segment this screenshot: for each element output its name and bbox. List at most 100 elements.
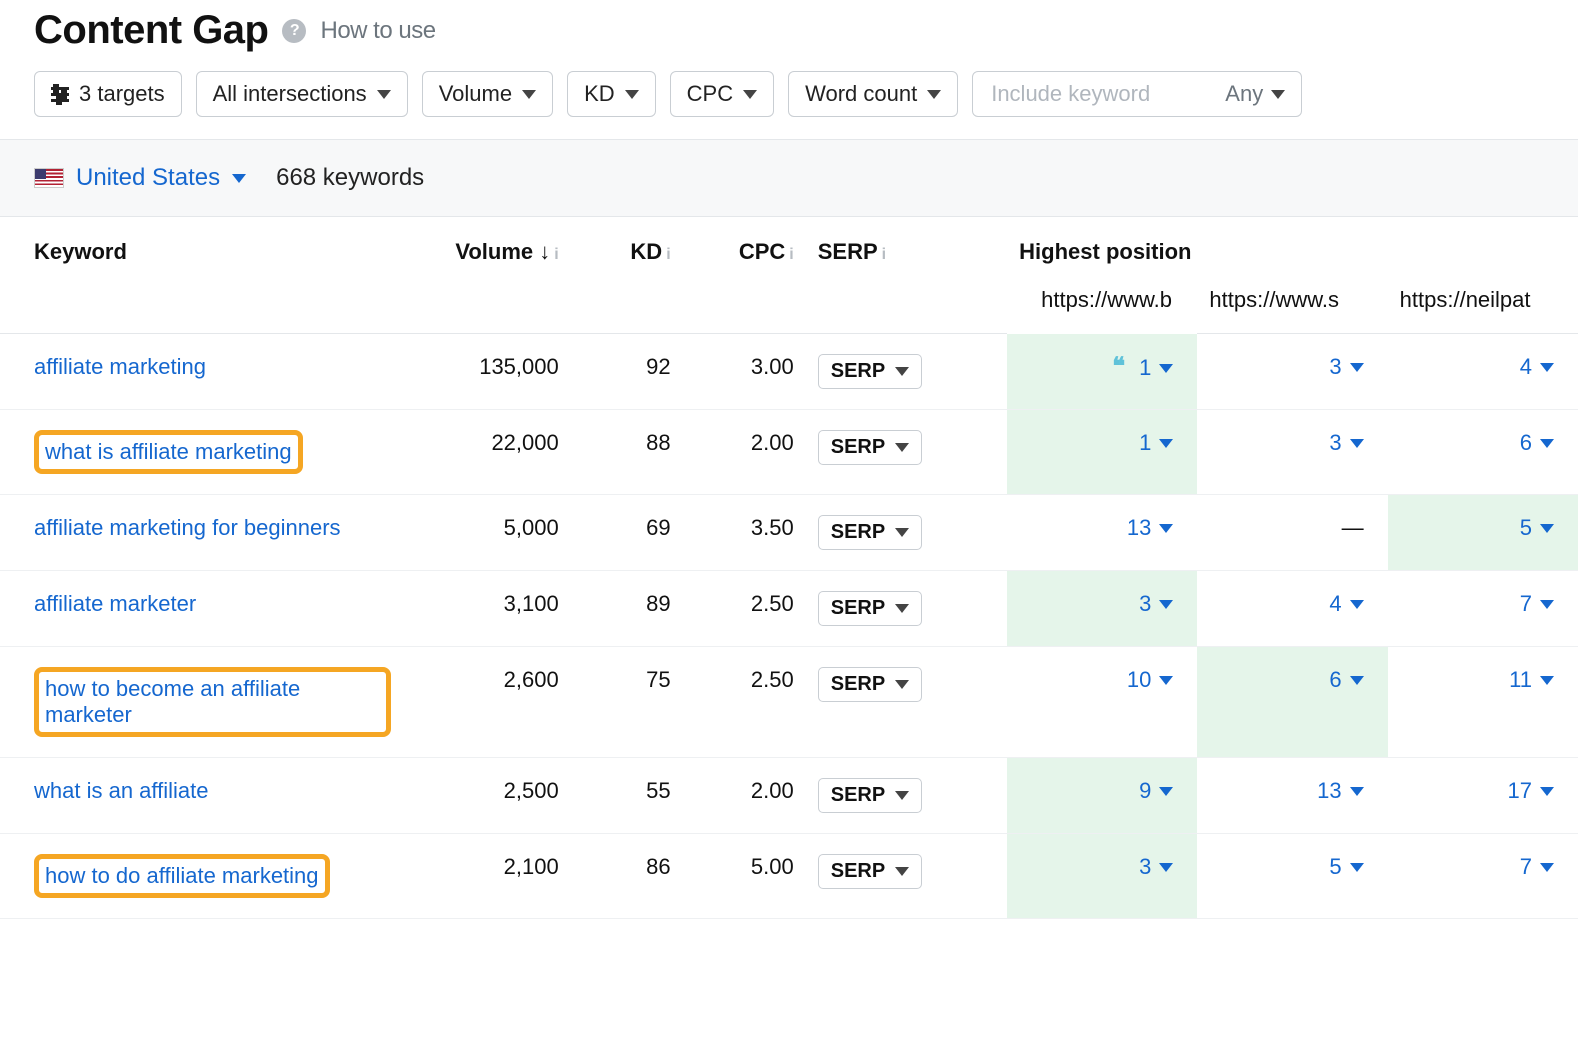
keyword-link[interactable]: what is an affiliate <box>34 778 208 803</box>
col-cpc[interactable]: CPCi <box>683 217 806 334</box>
position-cell: 3 <box>1197 410 1387 495</box>
cpc-cell: 3.50 <box>683 495 806 571</box>
position-cell: 3 <box>1007 571 1197 647</box>
serp-cell: SERP <box>806 647 963 758</box>
col-site-2[interactable]: https://www.s <box>1197 283 1387 334</box>
serp-button[interactable]: SERP <box>818 515 922 550</box>
col-site-3[interactable]: https://neilpat <box>1388 283 1578 334</box>
chevron-down-icon <box>1159 439 1173 448</box>
position-value[interactable]: 6 <box>1520 430 1554 456</box>
chevron-down-icon <box>1350 439 1364 448</box>
info-icon[interactable]: i <box>789 246 793 263</box>
include-match-select[interactable]: Any <box>1225 81 1285 107</box>
help-icon[interactable]: ? <box>282 19 306 43</box>
chevron-down-icon <box>1540 600 1554 609</box>
col-serp[interactable]: SERPi <box>806 217 963 334</box>
how-to-use-link[interactable]: How to use <box>320 17 435 45</box>
serp-cell: SERP <box>806 410 963 495</box>
col-kd[interactable]: KDi <box>571 217 683 334</box>
position-value[interactable]: 1 <box>1139 430 1173 456</box>
serp-button-label: SERP <box>831 673 885 696</box>
position-value[interactable]: 9 <box>1139 778 1173 804</box>
serp-button-label: SERP <box>831 360 885 383</box>
info-icon[interactable]: i <box>666 246 670 263</box>
chevron-down-icon <box>1271 90 1285 99</box>
cpc-cell: 2.00 <box>683 758 806 834</box>
position-value[interactable]: 13 <box>1127 515 1173 541</box>
serp-button[interactable]: SERP <box>818 854 922 889</box>
intersections-filter[interactable]: All intersections <box>196 71 408 117</box>
serp-button[interactable]: SERP <box>818 354 922 389</box>
position-value[interactable]: 17 <box>1508 778 1554 804</box>
serp-button-label: SERP <box>831 521 885 544</box>
position-value[interactable]: 7 <box>1520 854 1554 880</box>
position-value[interactable]: 5 <box>1329 854 1363 880</box>
position-number: 4 <box>1520 354 1532 380</box>
targets-filter[interactable]: 3 targets <box>34 71 182 117</box>
kd-cell: 55 <box>571 758 683 834</box>
cpc-filter[interactable]: CPC <box>670 71 774 117</box>
position-cell: 10 <box>1007 647 1197 758</box>
position-cell: ❝1 <box>1007 334 1197 410</box>
serp-button[interactable]: SERP <box>818 667 922 702</box>
col-volume[interactable]: Volume ↓i <box>403 217 571 334</box>
intersections-label: All intersections <box>213 81 367 107</box>
info-icon[interactable]: i <box>554 246 558 263</box>
sliders-icon <box>51 87 69 102</box>
cpc-cell: 2.00 <box>683 410 806 495</box>
volume-cell: 3,100 <box>403 571 571 647</box>
spacer <box>962 834 1007 919</box>
serp-button[interactable]: SERP <box>818 778 922 813</box>
position-value[interactable]: 4 <box>1329 591 1363 617</box>
position-value[interactable]: 11 <box>1509 667 1554 693</box>
col-site-1[interactable]: https://www.b <box>1007 283 1197 334</box>
position-value[interactable]: 13 <box>1317 778 1363 804</box>
sort-desc-icon: ↓ <box>539 239 550 264</box>
keyword-cell: how to become an affiliate marketer <box>0 647 403 758</box>
highlight-box: how to become an affiliate marketer <box>34 667 391 737</box>
info-icon[interactable]: i <box>882 246 886 263</box>
position-value[interactable]: 4 <box>1520 354 1554 380</box>
position-value[interactable]: 5 <box>1520 515 1554 541</box>
keyword-link[interactable]: affiliate marketing <box>34 354 206 379</box>
position-value[interactable]: 3 <box>1139 854 1173 880</box>
serp-cell: SERP <box>806 571 963 647</box>
position-value[interactable]: 6 <box>1329 667 1363 693</box>
keyword-link[interactable]: affiliate marketing for beginners <box>34 515 341 540</box>
position-value[interactable]: 7 <box>1520 591 1554 617</box>
kd-cell: 89 <box>571 571 683 647</box>
keyword-link[interactable]: how to do affiliate marketing <box>45 863 319 888</box>
serp-button[interactable]: SERP <box>818 591 922 626</box>
table-row: how to do affiliate marketing2,100865.00… <box>0 834 1578 919</box>
position-value[interactable]: 3 <box>1329 430 1363 456</box>
include-keyword-input[interactable] <box>989 80 1189 108</box>
position-value[interactable]: 10 <box>1127 667 1173 693</box>
filter-toolbar: 3 targets All intersections Volume KD CP… <box>34 71 1544 117</box>
col-keyword[interactable]: Keyword <box>0 217 403 334</box>
position-value[interactable]: 3 <box>1139 591 1173 617</box>
volume-cell: 2,100 <box>403 834 571 919</box>
targets-label: 3 targets <box>79 81 165 107</box>
serp-button[interactable]: SERP <box>818 430 922 465</box>
keyword-link[interactable]: what is affiliate marketing <box>45 439 292 464</box>
position-value[interactable]: ❝1 <box>1112 354 1173 383</box>
chevron-down-icon <box>895 791 909 800</box>
position-cell: 13 <box>1007 495 1197 571</box>
kd-filter[interactable]: KD <box>567 71 656 117</box>
keyword-link[interactable]: affiliate marketer <box>34 591 196 616</box>
chevron-down-icon <box>1350 363 1364 372</box>
position-cell: 3 <box>1007 834 1197 919</box>
position-cell: 13 <box>1197 758 1387 834</box>
keyword-cell: what is affiliate marketing <box>0 410 403 495</box>
keyword-link[interactable]: how to become an affiliate marketer <box>45 676 300 727</box>
position-cell: 5 <box>1388 495 1578 571</box>
spacer <box>962 410 1007 495</box>
position-cell: 9 <box>1007 758 1197 834</box>
position-value[interactable]: 3 <box>1329 354 1363 380</box>
volume-filter[interactable]: Volume <box>422 71 553 117</box>
include-keyword-filter[interactable]: Any <box>972 71 1302 117</box>
position-number: 1 <box>1139 355 1151 381</box>
kd-label: KD <box>584 81 615 107</box>
word-count-filter[interactable]: Word count <box>788 71 958 117</box>
country-select[interactable]: United States <box>34 164 246 192</box>
